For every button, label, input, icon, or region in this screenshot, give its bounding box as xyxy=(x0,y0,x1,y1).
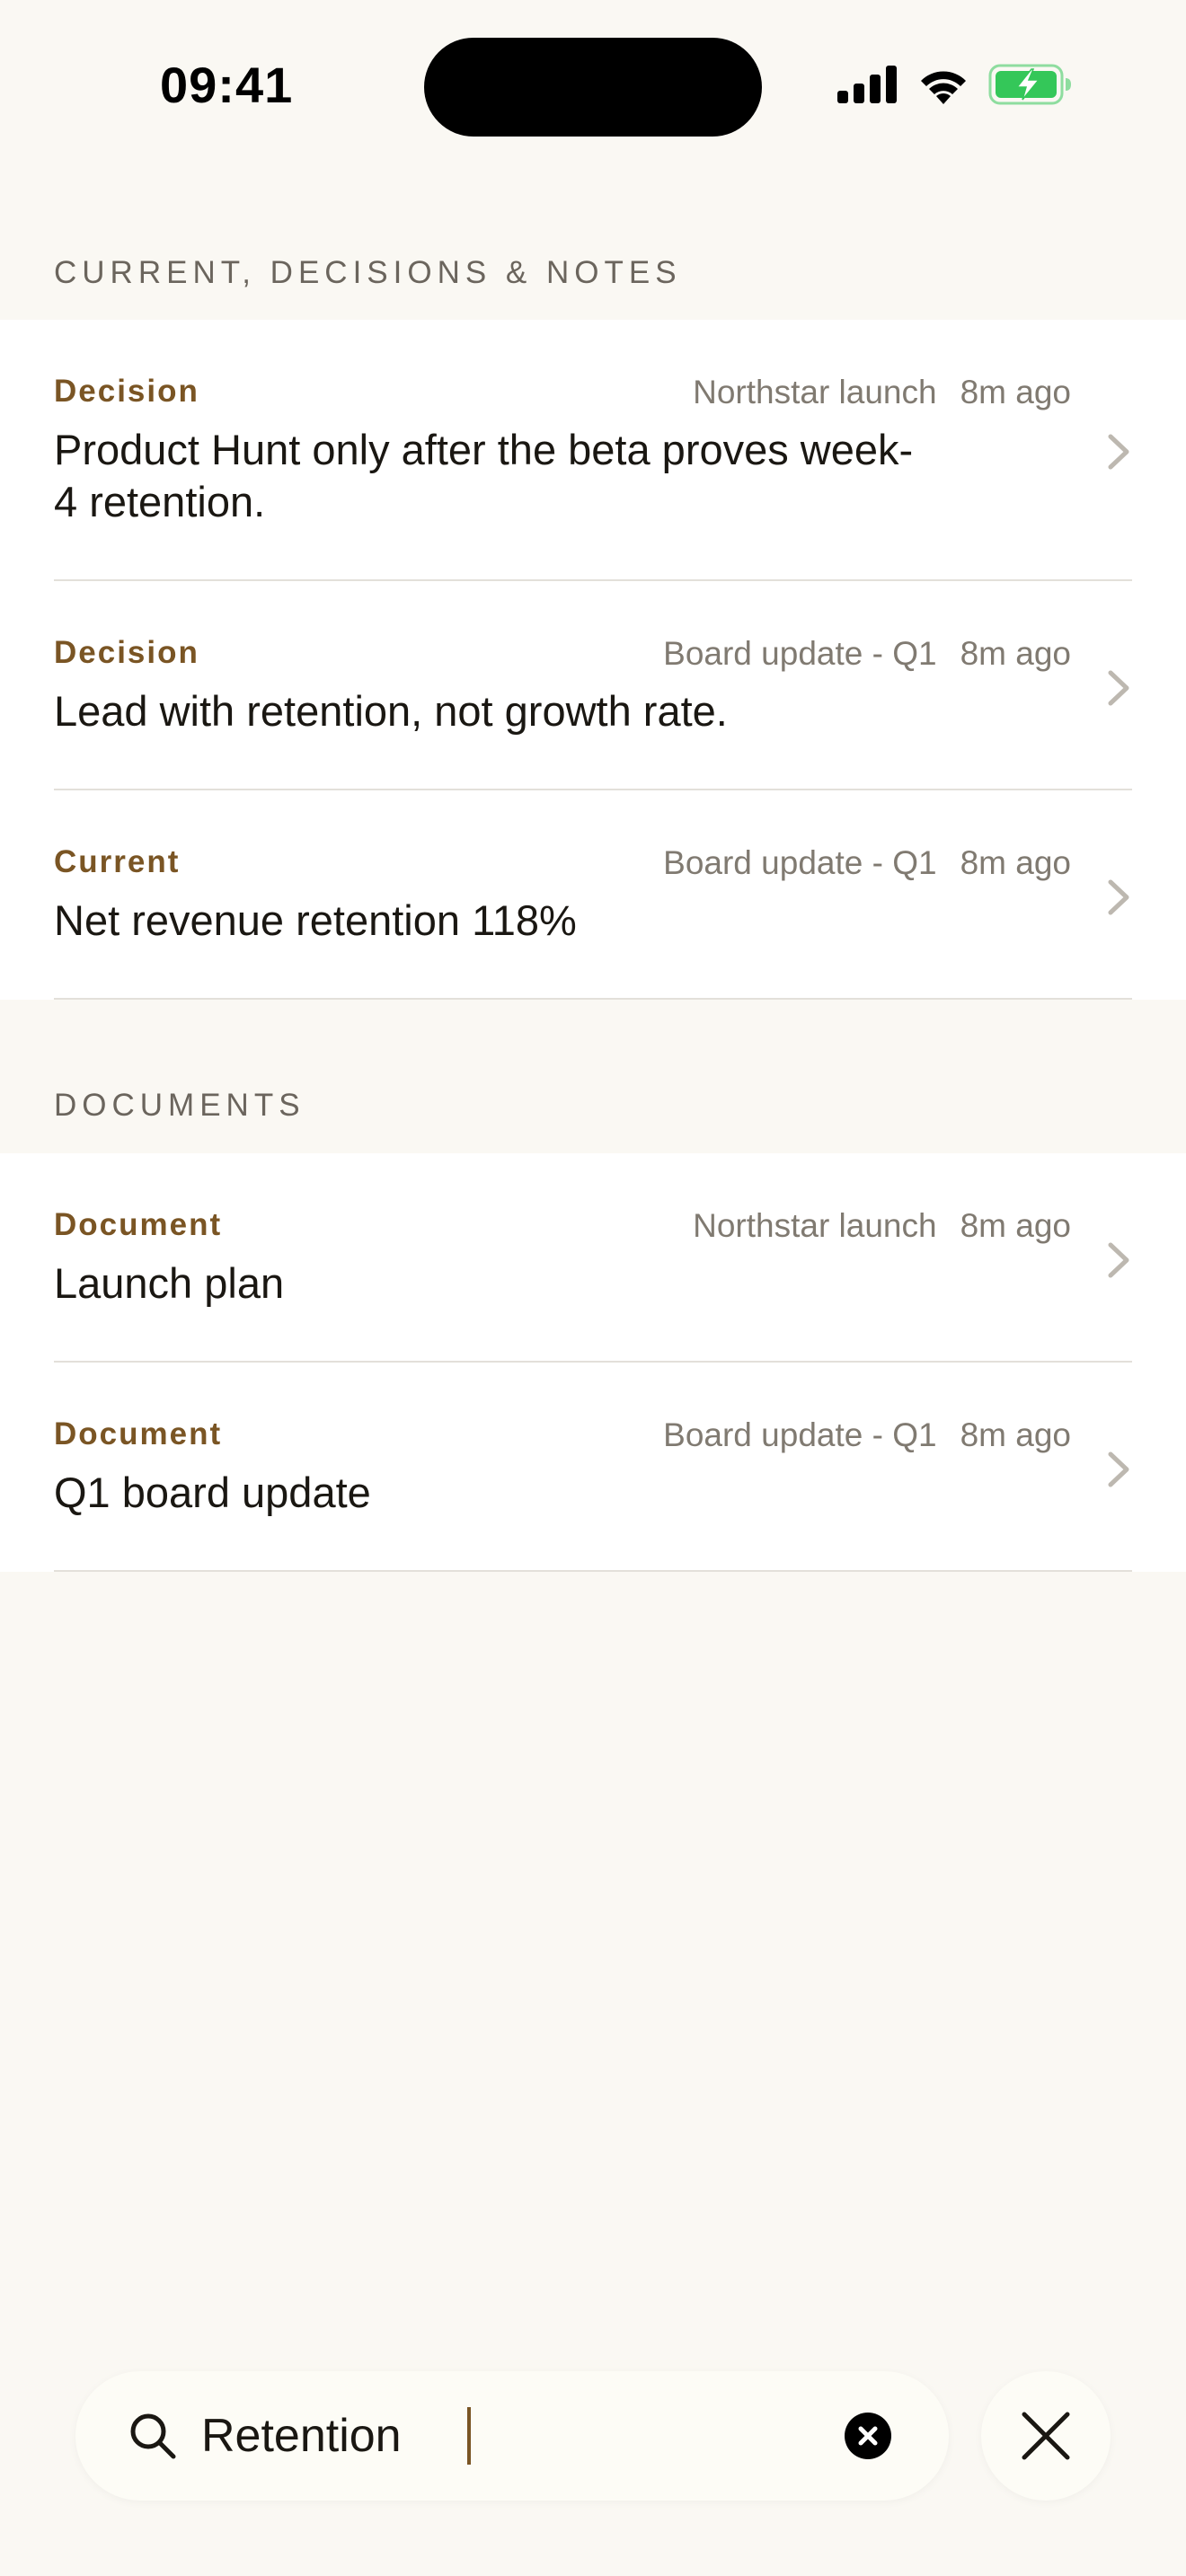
clear-search-button[interactable] xyxy=(845,2413,891,2459)
item-title: Launch plan xyxy=(54,1259,285,1307)
item-title: Net revenue retention 118% xyxy=(54,896,577,944)
item-meta: Northstar launch 8m ago xyxy=(693,374,1071,411)
item-time: 8m ago xyxy=(960,1207,1071,1244)
list-item[interactable]: Decision Board update - Q1 8m ago Lead wi… xyxy=(0,581,1186,790)
item-project: Board update - Q1 xyxy=(663,844,937,881)
search-icon xyxy=(130,2413,176,2459)
item-type-label: Decision xyxy=(54,374,199,409)
item-time: 8m ago xyxy=(960,635,1071,672)
search-bar xyxy=(75,2371,949,2501)
item-meta: Board update - Q1 8m ago xyxy=(663,1416,1071,1454)
item-type-label: Document xyxy=(54,1416,223,1451)
chevron-right-icon xyxy=(1108,1242,1129,1278)
item-time: 8m ago xyxy=(960,374,1071,410)
list-item[interactable]: Document Board update - Q1 8m ago Q1 boar… xyxy=(0,1363,1186,1572)
status-time: 09:41 xyxy=(160,57,294,113)
item-meta: Board update - Q1 8m ago xyxy=(663,635,1071,673)
item-title: Q1 board update xyxy=(54,1469,371,1516)
list-item[interactable]: Current Board update - Q1 8m ago Net reve… xyxy=(0,790,1186,1000)
close-icon xyxy=(1022,2412,1070,2460)
chevron-right-icon xyxy=(1108,1451,1129,1487)
cellular-signal-icon xyxy=(837,66,898,103)
item-project: Board update - Q1 xyxy=(663,635,937,672)
item-project: Northstar launch xyxy=(693,1207,937,1244)
list-item[interactable]: Document Northstar launch 8m ago Launch p… xyxy=(0,1153,1186,1363)
chevron-right-icon xyxy=(1108,670,1129,706)
close-search-button[interactable] xyxy=(981,2371,1111,2501)
dynamic-island xyxy=(424,38,762,137)
item-type-label: Decision xyxy=(54,635,199,670)
item-time: 8m ago xyxy=(960,1416,1071,1453)
chevron-right-icon xyxy=(1108,434,1129,470)
status-bar: 09:41 xyxy=(0,0,1186,171)
item-meta: Northstar launch 8m ago xyxy=(693,1207,1071,1245)
status-icons xyxy=(837,63,1073,106)
battery-charging-icon xyxy=(988,64,1073,105)
item-title: Lead with retention, not growth rate. xyxy=(54,687,728,735)
clear-circle-icon xyxy=(858,2426,878,2446)
search-results-screen: 09:41 CURRENT, DECISIONS & NOTES Decisio… xyxy=(0,0,1186,2576)
item-project: Board update - Q1 xyxy=(663,1416,937,1453)
section-header-decisions: CURRENT, DECISIONS & NOTES xyxy=(54,255,682,290)
chevron-right-icon xyxy=(1108,879,1129,915)
item-time: 8m ago xyxy=(960,844,1071,881)
item-title: Product Hunt only after the beta proves … xyxy=(54,426,914,525)
item-type-label: Current xyxy=(54,844,181,879)
item-type-label: Document xyxy=(54,1207,223,1242)
section-header-documents: DOCUMENTS xyxy=(54,1088,305,1123)
wifi-icon xyxy=(916,65,970,104)
search-input[interactable] xyxy=(201,2404,776,2468)
results-list-decisions: Decision Northstar launch 8m ago Product … xyxy=(0,320,1186,1000)
results-list-documents: Document Northstar launch 8m ago Launch p… xyxy=(0,1153,1186,1572)
text-caret xyxy=(467,2407,471,2465)
item-project: Northstar launch xyxy=(693,374,937,410)
item-meta: Board update - Q1 8m ago xyxy=(663,844,1071,882)
list-item[interactable]: Decision Northstar launch 8m ago Product … xyxy=(0,320,1186,581)
